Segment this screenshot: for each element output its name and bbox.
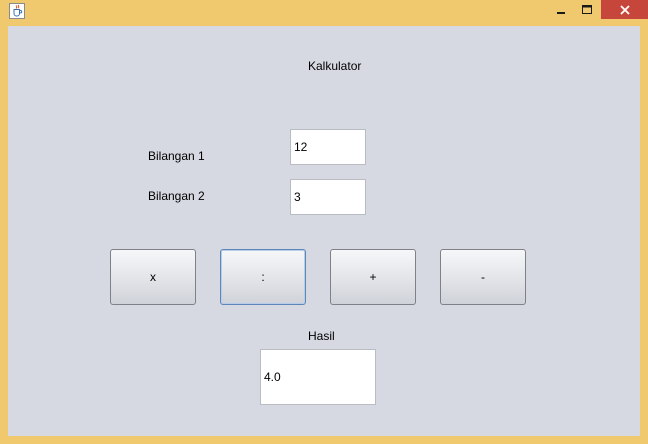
maximize-icon — [582, 4, 592, 14]
close-button[interactable] — [601, 0, 648, 19]
title-bar[interactable] — [0, 0, 648, 25]
multiply-button[interactable]: x — [110, 249, 196, 305]
bilangan1-value: 12 — [294, 140, 308, 154]
close-icon — [619, 4, 630, 15]
bilangan2-label: Bilangan 2 — [148, 189, 205, 203]
calculator-panel: Kalkulator Bilangan 1 12 Bilangan 2 3 x … — [8, 26, 640, 436]
form-title: Kalkulator — [308, 59, 362, 73]
app-window: Kalkulator Bilangan 1 12 Bilangan 2 3 x … — [0, 0, 648, 444]
add-button[interactable]: + — [330, 249, 416, 305]
hasil-label: Hasil — [308, 329, 335, 343]
maximize-button[interactable] — [574, 0, 600, 19]
minimize-icon — [557, 11, 565, 14]
bilangan1-input[interactable]: 12 — [290, 129, 366, 165]
subtract-button[interactable]: - — [440, 249, 526, 305]
bilangan2-input[interactable]: 3 — [290, 179, 366, 215]
bilangan1-label: Bilangan 1 — [148, 149, 205, 163]
hasil-output[interactable]: 4.0 — [260, 349, 376, 405]
hasil-value: 4.0 — [264, 370, 281, 384]
java-icon[interactable] — [9, 3, 25, 19]
divide-button[interactable]: : — [220, 249, 306, 305]
minimize-button[interactable] — [548, 0, 574, 19]
bilangan2-value: 3 — [294, 190, 301, 204]
java-cup-glyph — [13, 4, 23, 17]
